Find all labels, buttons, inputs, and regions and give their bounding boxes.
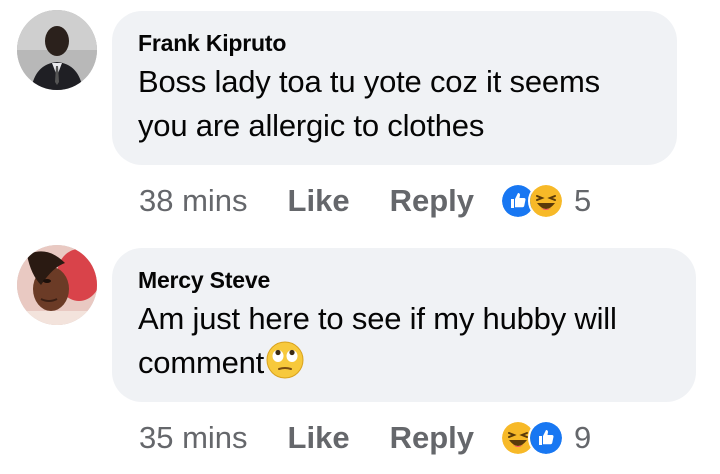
reactions-summary[interactable]	[500, 183, 564, 219]
comment-text-line: comment	[138, 345, 265, 380]
reply-button[interactable]: Reply	[390, 183, 474, 219]
comment-text-line: Boss lady toa tu yote coz it seems	[138, 64, 600, 99]
avatar[interactable]	[17, 10, 97, 90]
comment-author[interactable]: Mercy Steve	[138, 266, 670, 294]
reactions-summary[interactable]	[500, 420, 564, 456]
comment-bubble: Mercy Steve Am just here to see if my hu…	[112, 248, 696, 402]
comment-timestamp[interactable]: 35 mins	[139, 420, 248, 456]
avatar[interactable]	[17, 245, 97, 325]
comment-text-line-with-emoji: comment	[138, 341, 670, 385]
comment-actions: 35 mins Like Reply 9	[139, 418, 591, 458]
comment-text-line: you are allergic to clothes	[138, 108, 485, 143]
eye-roll-emoji-icon	[266, 341, 304, 379]
like-icon	[528, 420, 564, 456]
comment-text: Boss lady toa tu yote coz it seems you a…	[138, 60, 651, 148]
laughing-icon	[528, 183, 564, 219]
reply-button[interactable]: Reply	[390, 420, 474, 456]
comment-text: Am just here to see if my hubby will com…	[138, 297, 670, 385]
reaction-count: 9	[574, 420, 592, 455]
comment-actions: 38 mins Like Reply 5	[139, 181, 591, 221]
comment-author[interactable]: Frank Kipruto	[138, 29, 651, 57]
like-button[interactable]: Like	[288, 183, 350, 219]
comment-timestamp[interactable]: 38 mins	[139, 183, 248, 219]
like-button[interactable]: Like	[288, 420, 350, 456]
avatar-frank-icon	[17, 10, 97, 90]
reaction-count: 5	[574, 183, 592, 218]
comment-bubble: Frank Kipruto Boss lady toa tu yote coz …	[112, 11, 677, 165]
avatar-mercy-icon	[17, 245, 97, 325]
comment-text-line: Am just here to see if my hubby will	[138, 301, 617, 336]
